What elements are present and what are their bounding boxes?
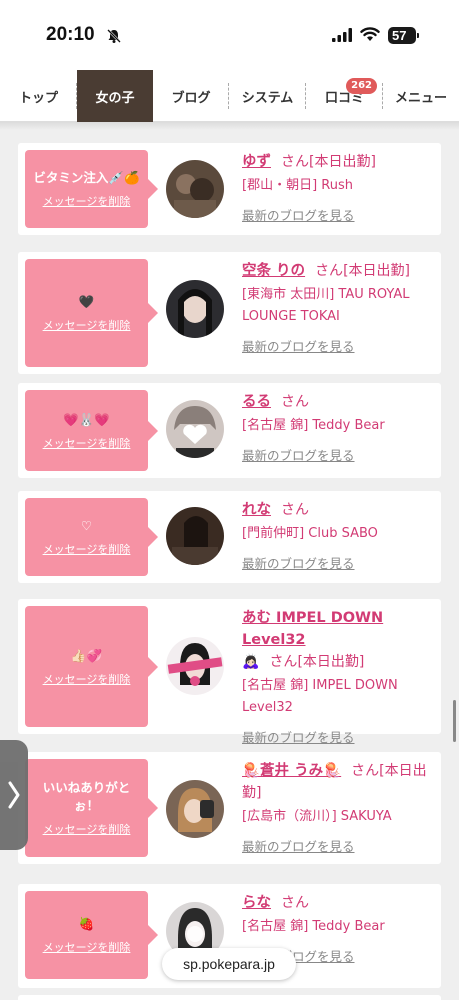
browser-url-bar[interactable]: sp.pokepara.jp — [162, 948, 296, 980]
latest-blog-link[interactable]: 最新のブログを見る — [242, 205, 437, 224]
message-text: 🖤 — [78, 294, 95, 309]
latest-blog-link[interactable]: 最新のブログを見る — [242, 727, 437, 746]
message-text: ビタミン注入💉🍊 — [33, 170, 140, 185]
san-label: さん — [269, 654, 298, 670]
reviews-count-badge: 262 — [346, 78, 377, 94]
work-status: [本日出勤] — [297, 654, 365, 670]
message-bubble: 🖤 メッセージを削除 — [25, 259, 158, 367]
list-item: ♡ メッセージを削除 れな さん [門前仲町] Club SABO 最新のブログを… — [18, 491, 441, 583]
url-text: sp.pokepara.jp — [183, 956, 275, 972]
wifi-icon — [360, 27, 380, 41]
latest-blog-link[interactable]: 最新のブログを見る — [242, 336, 437, 355]
latest-blog-link[interactable]: 最新のブログを見る — [242, 553, 437, 572]
tab-system[interactable]: システム — [229, 70, 306, 122]
cellular-signal-icon — [332, 28, 352, 42]
tab-label: 女の子 — [95, 90, 135, 106]
nav-tabs: トップ 女の子 ブログ システム 口コミ 262 メニュー — [0, 70, 459, 122]
message-text: 🍓 — [78, 916, 95, 931]
bell-muted-icon — [107, 29, 121, 43]
message-text: 👍🏻💞 — [70, 647, 103, 663]
message-bubble: 💗🐰💗 メッセージを削除 — [25, 390, 158, 471]
shop-name: [名古屋 錦] Teddy Bear — [242, 418, 385, 433]
girl-info: るる さん [名古屋 錦] Teddy Bear 最新のブログを見る — [242, 391, 437, 464]
tab-menu[interactable]: メニュー — [383, 70, 459, 122]
shop-name: [郡山・朝日] Rush — [242, 178, 353, 193]
message-text: 💗🐰💗 — [63, 411, 110, 427]
girl-name-link[interactable]: るる — [242, 394, 271, 410]
side-drawer-handle[interactable] — [0, 740, 28, 850]
delete-message-link[interactable]: メッセージを削除 — [43, 193, 131, 209]
tab-label: システム — [241, 90, 294, 106]
girl-info: あむ IMPEL DOWN Level32 🙇🏻‍♀️ さん[本日出勤] [名古屋 … — [242, 607, 437, 746]
latest-blog-link[interactable]: 最新のブログを見る — [242, 445, 437, 464]
message-bubble: 🍓 メッセージを削除 — [25, 891, 158, 979]
delete-message-link[interactable]: メッセージを削除 — [43, 671, 131, 687]
tab-label: ブログ — [171, 90, 211, 106]
message-bubble: ビタミン注入💉🍊 メッセージを削除 — [25, 150, 158, 228]
battery-level: 57 — [392, 28, 407, 43]
list-item: ビタミン注入💉🍊 メッセージを削除 ゆず さん[本日出勤] [郡山・朝日] Rus… — [18, 143, 441, 235]
girl-info: 🪼蒼井 うみ🪼 さん[本日出勤] [広島市（流川）] SAKUYA 最新のブログを… — [242, 760, 437, 855]
shop-name: [東海市 太田川] TAU ROYAL LOUNGE TOKAI — [242, 287, 410, 324]
status-bar: 20:10 57 — [0, 0, 459, 70]
delete-message-link[interactable]: メッセージを削除 — [43, 939, 131, 955]
chevron-right-icon — [8, 781, 20, 809]
san-label: さん — [281, 895, 309, 911]
battery-icon: 57 — [388, 27, 419, 44]
scrollbar[interactable] — [453, 700, 456, 742]
work-status: [本日出勤] — [343, 263, 410, 279]
shop-name: [広島市（流川）] SAKUYA — [242, 809, 392, 824]
girl-name-link[interactable]: れな — [242, 502, 271, 518]
shop-name: [名古屋 錦] Teddy Bear — [242, 919, 385, 934]
san-label: さん — [351, 763, 380, 779]
girl-info: ゆず さん[本日出勤] [郡山・朝日] Rush 最新のブログを見る — [242, 151, 437, 224]
delete-message-link[interactable]: メッセージを削除 — [43, 541, 131, 557]
tab-label: メニュー — [394, 90, 447, 106]
list-item: いいねありがとぉ！ メッセージを削除 🪼蒼井 うみ🪼 さん[本日出勤] [広島市（… — [18, 752, 441, 864]
work-status: [本日出勤] — [309, 154, 376, 170]
delete-message-link[interactable]: メッセージを削除 — [43, 821, 131, 837]
avatar[interactable] — [166, 400, 224, 458]
list-item: 💗🐰💗 メッセージを削除 るる さん [名古屋 錦] Teddy Bear 最新の… — [18, 383, 441, 478]
avatar[interactable] — [166, 280, 224, 338]
message-bubble: ♡ メッセージを削除 — [25, 498, 158, 576]
delete-message-link[interactable]: メッセージを削除 — [43, 435, 131, 451]
message-text: ♡ — [80, 518, 93, 533]
avatar[interactable] — [166, 780, 224, 838]
message-text: いいねありがとぉ！ — [42, 780, 131, 813]
shop-name: [門前仲町] Club SABO — [242, 526, 378, 541]
tab-label: トップ — [18, 90, 58, 106]
message-bubble: いいねありがとぉ！ メッセージを削除 — [25, 759, 158, 857]
san-label: さん — [315, 263, 344, 279]
san-label: さん — [281, 154, 309, 170]
list-item: 🖤 メッセージを削除 空条 りの さん[本日出勤] [東海市 太田川] TAU R… — [18, 252, 441, 374]
tab-top[interactable]: トップ — [0, 70, 77, 122]
tab-blog[interactable]: ブログ — [153, 70, 229, 122]
tab-girls[interactable]: 女の子 — [77, 70, 153, 122]
girl-name-link[interactable]: 🪼蒼井 うみ🪼 — [242, 763, 341, 779]
nav-shadow — [0, 122, 459, 130]
san-label: さん — [281, 394, 309, 410]
message-bubble: 👍🏻💞 メッセージを削除 — [25, 606, 158, 727]
avatar[interactable] — [166, 160, 224, 218]
girl-name-link[interactable]: あむ IMPEL DOWN Level32 — [242, 610, 383, 648]
name-emoji: 🙇🏻‍♀️ — [242, 654, 260, 670]
san-label: さん — [281, 502, 309, 518]
girl-info: 空条 りの さん[本日出勤] [東海市 太田川] TAU ROYAL LOUNGE… — [242, 260, 437, 355]
girl-name-link[interactable]: 空条 りの — [242, 263, 305, 279]
list-item — [18, 995, 441, 1000]
girl-name-link[interactable]: ゆず — [242, 154, 271, 170]
avatar[interactable] — [166, 637, 224, 695]
list-item: 👍🏻💞 メッセージを削除 あむ IMPEL DOWN Level32 🙇🏻‍♀️ さ… — [18, 599, 441, 745]
latest-blog-link[interactable]: 最新のブログを見る — [242, 836, 437, 855]
shop-name: [名古屋 錦] IMPEL DOWN Level32 — [242, 678, 398, 715]
girl-info: れな さん [門前仲町] Club SABO 最新のブログを見る — [242, 499, 437, 572]
status-time: 20:10 — [46, 24, 95, 45]
avatar[interactable] — [166, 507, 224, 565]
delete-message-link[interactable]: メッセージを削除 — [43, 317, 131, 333]
tab-reviews[interactable]: 口コミ 262 — [306, 70, 383, 122]
girl-name-link[interactable]: らな — [242, 895, 271, 911]
